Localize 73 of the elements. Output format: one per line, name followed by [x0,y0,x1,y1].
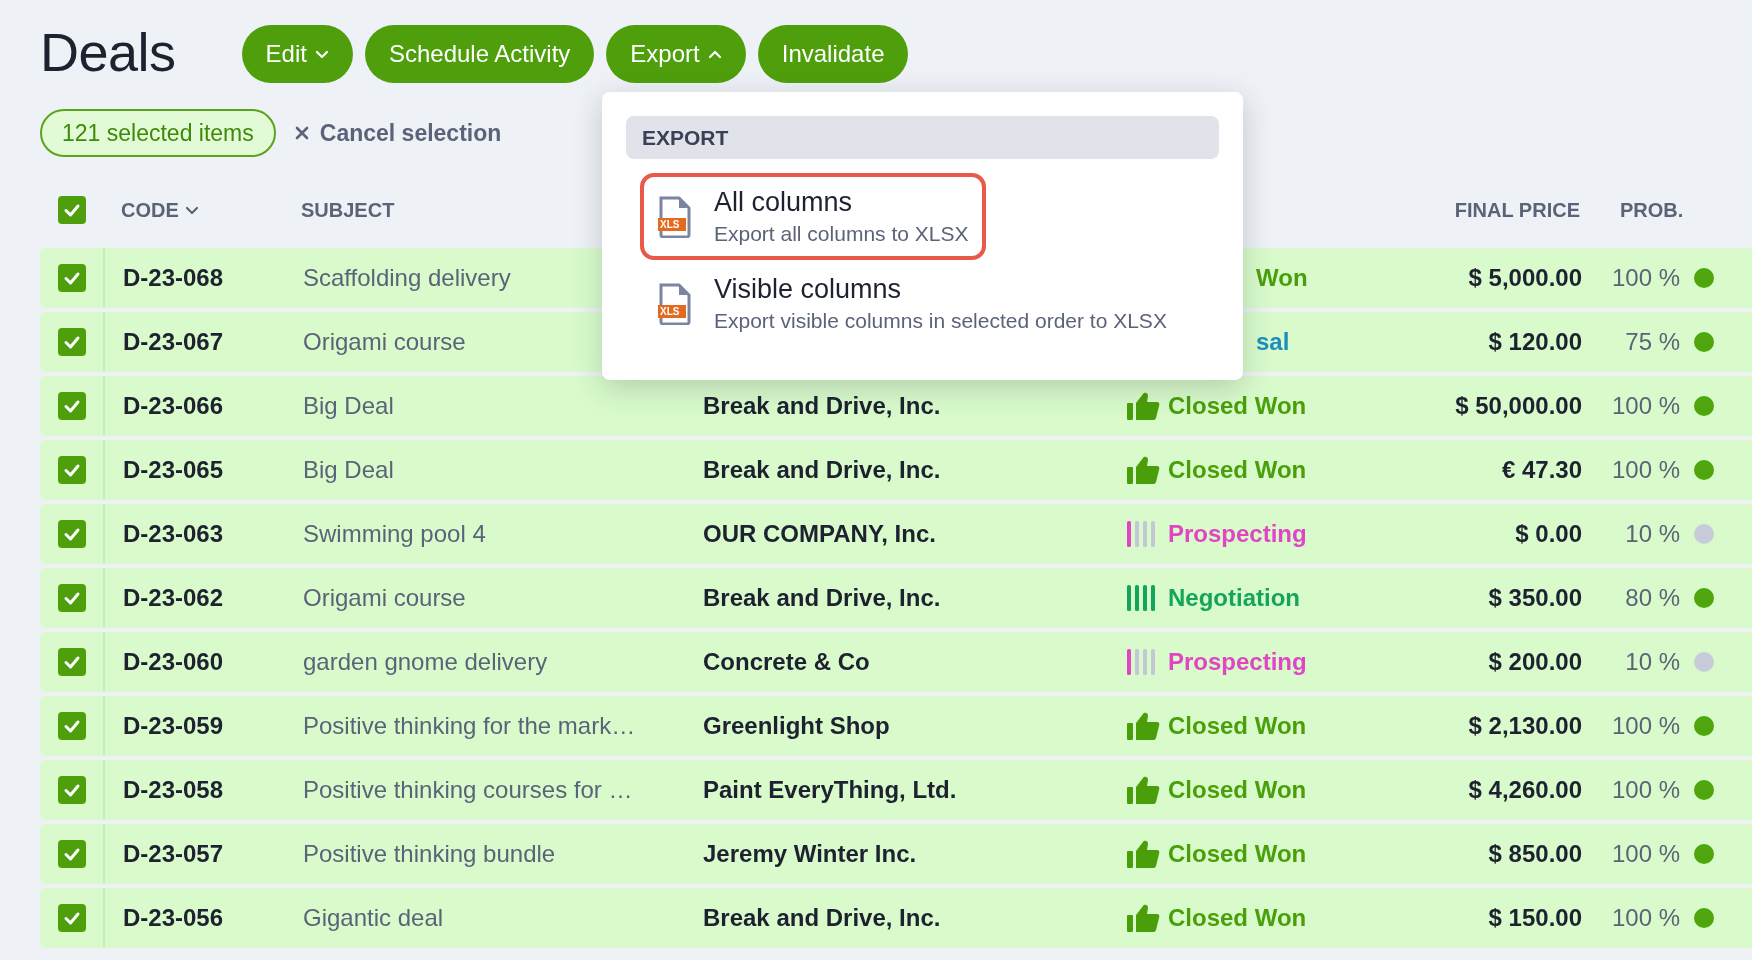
deal-subject: Big Deal [303,392,394,419]
customer-name: Break and Drive, Inc. [703,392,941,419]
deal-subject: Positive thinking courses for … [303,776,633,803]
deal-subject: Origami course [303,584,466,611]
probability: 10 % [1625,520,1680,548]
customer-name: Jeremy Winter Inc. [703,840,917,867]
final-price: $ 5,000.00 [1468,264,1582,291]
customer-name: Concrete & Co [703,648,870,675]
deal-code: D-23-056 [123,904,224,931]
stage-label: Closed Won [1168,456,1307,484]
probability: 10 % [1625,648,1680,676]
probability: 100 % [1611,776,1680,804]
final-price: $ 2,130.00 [1468,712,1582,739]
deal-code: D-23-058 [123,776,224,803]
customer-name: Greenlight Shop [703,712,890,739]
final-price: $ 350.00 [1488,584,1582,611]
menu-item-title: Visible columns [714,274,903,305]
final-price: $ 150.00 [1488,904,1582,931]
file-icon: XLS [658,195,692,238]
final-price: $ 4,260.00 [1468,776,1582,803]
deal-code: D-23-060 [123,648,224,675]
deal-code: D-23-063 [123,520,224,547]
page-title: Deals [40,21,176,83]
deal-code: D-23-057 [123,840,224,867]
stage-label: Closed Won [1168,840,1307,868]
selection-count: 121 selected items [40,109,276,157]
probability: 100 % [1611,392,1680,420]
deal-code: D-23-068 [123,264,224,291]
deal-subject: Scaffolding delivery [303,264,511,291]
final-price: $ 120.00 [1488,328,1582,355]
final-price: € 47.30 [1501,456,1582,483]
final-price: $ 0.00 [1515,520,1582,547]
customer-name: Paint EveryThing, Ltd. [703,776,957,803]
customer-name: Break and Drive, Inc. [703,456,941,483]
deal-subject: Positive thinking for the mark… [303,712,636,739]
deal-code: D-23-066 [123,392,224,419]
probability: 100 % [1611,456,1680,484]
deal-subject: Gigantic deal [303,904,444,931]
deal-code: D-23-062 [123,584,224,611]
probability: 100 % [1611,840,1680,868]
stage-label: Won [1256,264,1308,292]
customer-name: Break and Drive, Inc. [703,904,941,931]
deal-subject: garden gnome delivery [303,648,548,675]
stage-label: Prospecting [1168,648,1307,676]
stage-label: sal [1256,328,1290,356]
deal-code: D-23-059 [123,712,224,739]
probability: 100 % [1611,904,1680,932]
stage-label: Negotiation [1168,584,1300,612]
deal-subject: Origami course [303,328,466,355]
deal-code: D-23-065 [123,456,224,483]
final-price: $ 200.00 [1488,648,1582,675]
deal-subject: Positive thinking bundle [303,840,556,867]
menu-item-title: All columns [714,187,854,218]
stage-label: Closed Won [1168,776,1307,804]
stage-label: Closed Won [1168,712,1307,740]
deal-code: D-23-067 [123,328,224,355]
stage-label: Prospecting [1168,520,1307,548]
menu-heading: EXPORT [626,116,1219,159]
file-icon: XLS [658,282,692,325]
stage-label: Closed Won [1168,904,1307,932]
probability: 75 % [1625,328,1680,356]
deal-subject: Swimming pool 4 [303,520,486,547]
menu-item-description: Export visible columns in selected order to XLSX [714,309,1167,333]
final-price: $ 850.00 [1488,840,1582,867]
probability: 100 % [1611,264,1680,292]
customer-name: OUR COMPANY, Inc. [703,520,936,547]
customer-name: Break and Drive, Inc. [703,584,941,611]
probability: 80 % [1625,584,1680,612]
stage-label: Closed Won [1168,392,1307,420]
deal-subject: Big Deal [303,456,394,483]
probability: 100 % [1611,712,1680,740]
final-price: $ 50,000.00 [1455,392,1582,419]
menu-item-description: Export all columns to XLSX [714,222,969,246]
